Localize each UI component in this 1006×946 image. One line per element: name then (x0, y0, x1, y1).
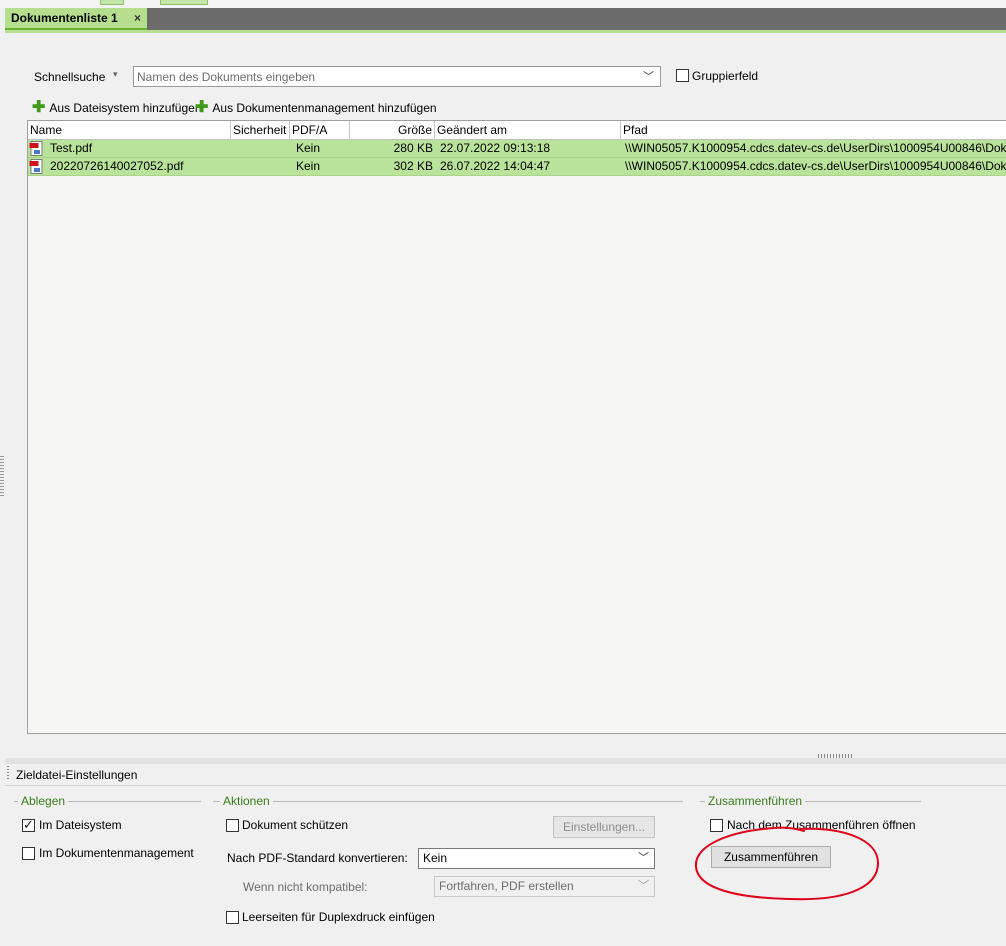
panel-grip-icon (7, 766, 9, 780)
column-header-name[interactable]: Name (28, 121, 231, 140)
table-row[interactable]: 20220726140027052.pdf Kein 302 KB 26.07.… (28, 158, 1006, 176)
table-row[interactable]: Test.pdf Kein 280 KB 22.07.2022 09:13:18… (28, 140, 1006, 158)
chevron-down-icon: ﹀ (638, 880, 649, 892)
add-from-filesystem-label: Aus Dateisystem hinzufügen (49, 101, 202, 115)
left-splitter-grip[interactable] (0, 456, 4, 496)
cell-pfad: \\WIN05057.K1000954.cdcs.datev-cs.de\Use… (625, 141, 1006, 155)
add-from-dm-link[interactable]: ✚ Aus Dokumentenmanagement hinzufügen (195, 99, 437, 116)
cell-groesse: 302 KB (393, 159, 433, 173)
im-dokumentenmanagement-checkbox[interactable] (22, 847, 35, 860)
tab-underline (5, 30, 1006, 33)
kompatibel-value: Fortfahren, PDF erstellen (439, 879, 574, 893)
horizontal-splitter-grip[interactable] (818, 754, 854, 758)
toolbar-button-fragment[interactable] (100, 0, 124, 5)
pdf-standard-select[interactable]: Kein ﹀ (418, 848, 655, 869)
konvertieren-label: Nach PDF-Standard konvertieren: (227, 851, 408, 865)
cell-sicherheit (233, 158, 288, 176)
grid-header: Name Sicherheit PDF/A Größe Geändert am … (28, 121, 1006, 140)
leerseiten-checkbox[interactable] (226, 911, 239, 924)
panel-separator (5, 758, 1006, 764)
group-field-checkbox[interactable] (676, 69, 689, 82)
column-header-sicherheit[interactable]: Sicherheit (231, 121, 290, 140)
quick-search-mode-chevron-icon[interactable]: ▾ (113, 69, 118, 80)
cell-name: 20220726140027052.pdf (50, 159, 184, 173)
aktionen-groupbox-title: Aktionen (220, 794, 273, 808)
toolbar-button-fragment[interactable] (160, 0, 208, 5)
dokument-schuetzen-label: Dokument schützen (242, 818, 349, 832)
im-dokumentenmanagement-label: Im Dokumentenmanagement (39, 846, 194, 860)
cell-pdfa: Kein (296, 159, 321, 173)
chevron-down-icon[interactable]: ﹀ (643, 68, 654, 84)
divider (5, 785, 1006, 786)
cell-sicherheit (233, 140, 288, 158)
plus-icon: ✚ (195, 99, 209, 116)
pdf-file-icon (29, 141, 43, 156)
quick-search-label: Schnellsuche (34, 70, 106, 84)
group-field-label: Gruppierfeld (692, 69, 759, 83)
zusammenfuehren-groupbox-title: Zusammenführen (705, 794, 806, 808)
groupbox-border (213, 801, 683, 802)
im-dateisystem-label: Im Dateisystem (39, 818, 122, 832)
column-header-pdfa[interactable]: PDF/A (290, 121, 350, 140)
kompatibel-label: Wenn nicht kompatibel: (243, 880, 368, 894)
cell-groesse: 280 KB (393, 141, 433, 155)
kompatibel-select[interactable]: Fortfahren, PDF erstellen ﹀ (434, 876, 655, 897)
pdf-standard-value: Kein (423, 851, 448, 865)
column-header-pfad[interactable]: Pfad (621, 121, 1006, 140)
cell-pfad: \\WIN05057.K1000954.cdcs.datev-cs.de\Use… (625, 159, 1006, 173)
column-header-geaendert[interactable]: Geändert am (435, 121, 621, 140)
tab-dokumentenliste[interactable]: Dokumentenliste 1 × (5, 8, 147, 30)
target-settings-title: Zieldatei-Einstellungen (16, 768, 138, 782)
im-dateisystem-checkbox[interactable] (22, 817, 35, 833)
pdf-file-icon (29, 159, 43, 174)
add-from-filesystem-link[interactable]: ✚ Aus Dateisystem hinzufügen (32, 99, 202, 116)
dokument-schuetzen-checkbox[interactable] (226, 819, 239, 832)
quick-search-input[interactable] (133, 66, 661, 87)
column-header-groesse[interactable]: Größe (350, 121, 435, 140)
add-from-dm-label: Aus Dokumentenmanagement hinzufügen (212, 101, 437, 115)
document-list-grid[interactable]: Name Sicherheit PDF/A Größe Geändert am … (27, 120, 1006, 734)
cell-pdfa: Kein (296, 141, 321, 155)
highlight-ellipse-annotation (694, 826, 880, 901)
leerseiten-label: Leerseiten für Duplexdruck einfügen (242, 910, 435, 924)
cell-geaendert: 26.07.2022 14:04:47 (440, 159, 551, 173)
tab-bar (5, 8, 1006, 30)
einstellungen-button[interactable]: Einstellungen... (553, 816, 655, 838)
top-toolbar-strip (0, 0, 1006, 8)
tab-label: Dokumentenliste 1 (11, 11, 118, 25)
ablegen-groupbox-title: Ablegen (18, 794, 69, 808)
chevron-down-icon: ﹀ (638, 852, 649, 864)
cell-name: Test.pdf (50, 141, 93, 155)
close-icon[interactable]: × (134, 8, 141, 29)
plus-icon: ✚ (32, 99, 46, 116)
cell-geaendert: 22.07.2022 09:13:18 (440, 141, 551, 155)
